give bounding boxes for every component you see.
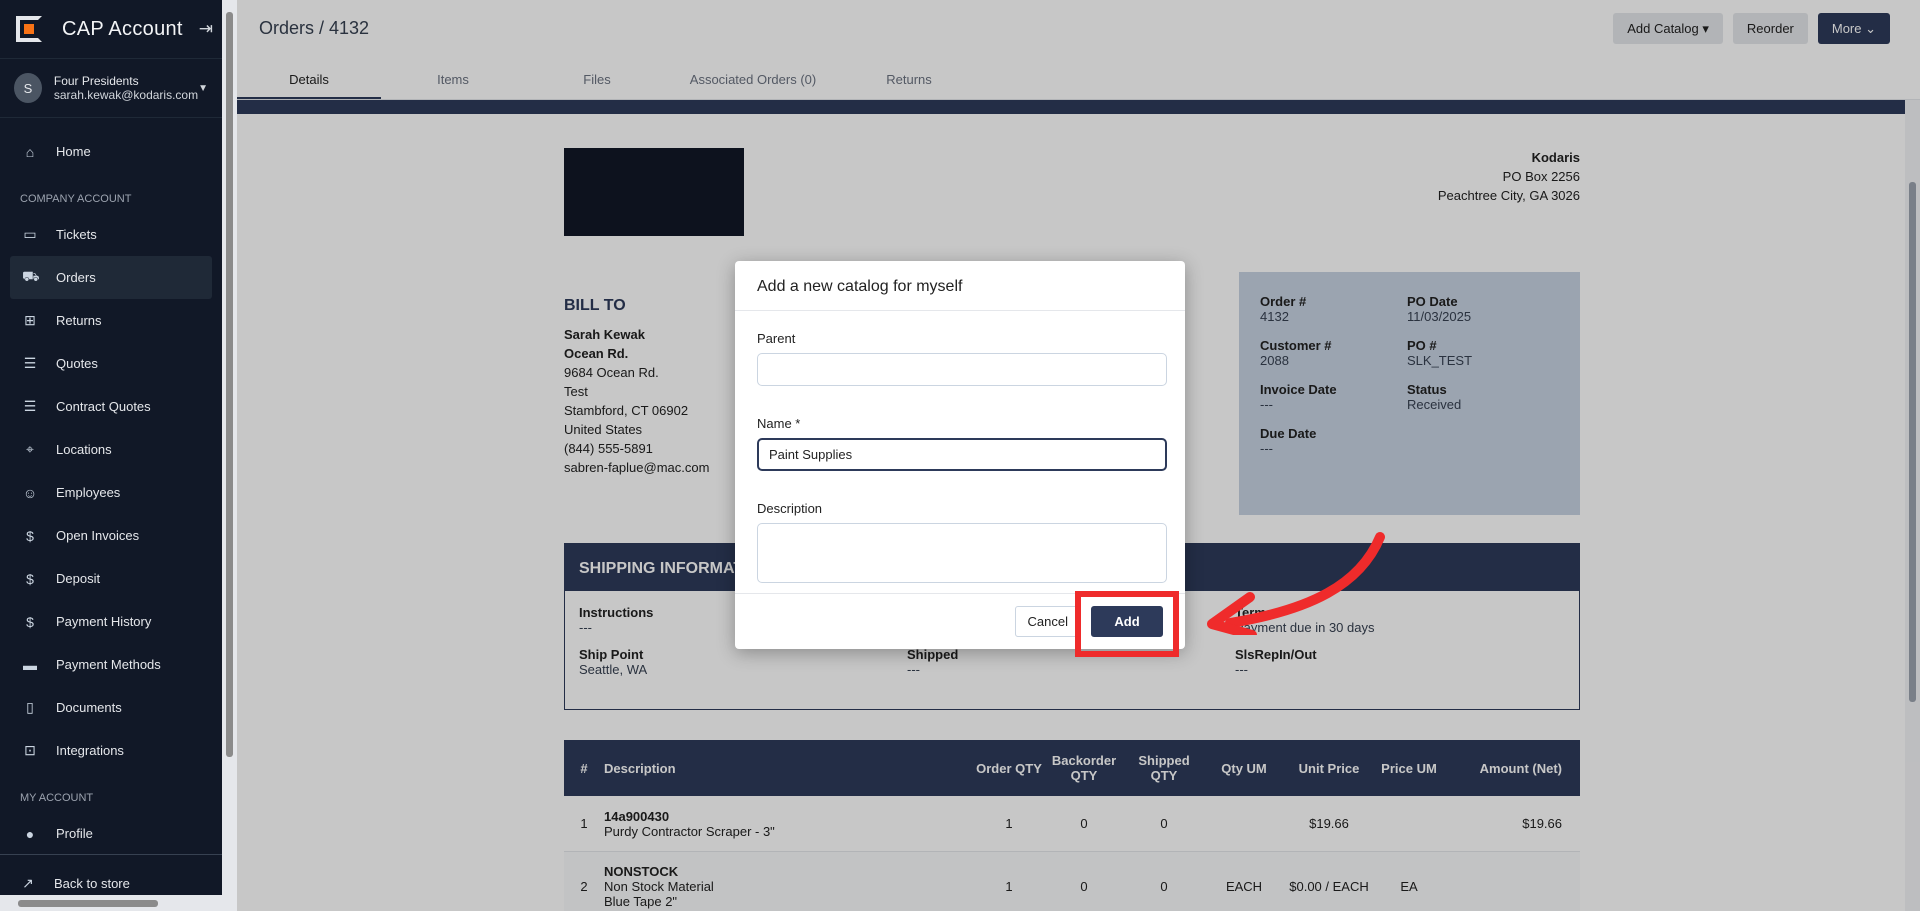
sidebar-horizontal-scrollbar[interactable]: [0, 895, 222, 911]
sidebar-item-home[interactable]: ⌂ Home: [0, 130, 222, 173]
avatar: S: [14, 73, 42, 103]
brand: CAP Account ⇥: [0, 0, 222, 58]
add-button-highlight: [1075, 591, 1179, 657]
parent-label: Parent: [757, 331, 796, 346]
sidebar-item-payment-methods[interactable]: ▬ Payment Methods: [0, 643, 222, 686]
sidebar-item-locations[interactable]: ⌖ Locations: [0, 428, 222, 471]
sidebar-item-profile[interactable]: ● Profile: [0, 812, 222, 855]
description-label: Description: [757, 501, 823, 516]
sidebar-item-integrations[interactable]: ⊡ Integrations: [0, 729, 222, 772]
name-field[interactable]: Paint Supplies: [757, 438, 1167, 471]
user-email: sarah.kewak@kodaris.com: [53, 88, 199, 102]
ticket-icon: ▭: [23, 226, 37, 242]
map-pin-icon: ⌖: [26, 441, 34, 457]
my-account-section: MY ACCOUNT: [20, 792, 94, 804]
truck-icon: ⛟: [22, 268, 40, 284]
dollar-icon: $: [26, 613, 34, 630]
modal-title: Add a new catalog for myself: [735, 261, 1185, 311]
credit-card-icon: ▬: [23, 656, 37, 673]
brand-title: CAP Account: [62, 17, 183, 40]
parent-field[interactable]: [757, 353, 1167, 386]
cancel-button[interactable]: Cancel: [1014, 606, 1081, 637]
home-icon: ⌂: [25, 143, 35, 160]
company-account-section: COMPANY ACCOUNT: [20, 193, 132, 205]
return-box-icon: ⊞: [24, 312, 36, 328]
dollar-icon: $: [26, 527, 34, 544]
user-switcher[interactable]: S Four Presidents sarah.kewak@kodaris.co…: [0, 58, 222, 118]
document-icon: ▯: [26, 699, 34, 715]
clipboard-icon: ☰: [23, 398, 37, 414]
user-name: Four Presidents: [53, 74, 139, 88]
users-icon: ☺: [22, 484, 38, 501]
kodaris-logo-icon[interactable]: [16, 16, 42, 42]
sidebar-item-returns[interactable]: ⊞ Returns: [0, 299, 222, 342]
sidebar-item-payment-history[interactable]: $ Payment History: [0, 600, 222, 643]
sidebar-item-contract-quotes[interactable]: ☰ Contract Quotes: [0, 385, 222, 428]
sidebar-item-tickets[interactable]: ▭ Tickets: [0, 213, 222, 256]
sidebar: CAP Account ⇥ S Four Presidents sarah.ke…: [0, 0, 222, 911]
arrow-shaft: [1225, 532, 1385, 628]
sidebar-item-quotes[interactable]: ☰ Quotes: [0, 342, 222, 385]
sidebar-item-open-invoices[interactable]: $ Open Invoices: [0, 514, 222, 557]
sidebar-scrollbar[interactable]: [222, 0, 237, 911]
name-label: Name *: [757, 416, 801, 431]
annotation-arrow-icon: [1207, 532, 1385, 635]
chevron-down-icon[interactable]: ▼: [198, 83, 208, 94]
clipboard-icon: ☰: [23, 355, 37, 371]
sidebar-item-employees[interactable]: ☺ Employees: [0, 471, 222, 514]
external-link-icon: ↗: [22, 874, 34, 891]
integrations-icon: ⊡: [24, 742, 36, 758]
sidebar-item-deposit[interactable]: $ Deposit: [0, 557, 222, 600]
sidebar-item-orders[interactable]: ⛟ Orders: [10, 256, 212, 299]
user-icon: ●: [25, 825, 35, 842]
scrollbar-thumb[interactable]: [18, 900, 158, 907]
dollar-icon: $: [26, 570, 34, 587]
sidebar-item-documents[interactable]: ▯ Documents: [0, 686, 222, 729]
description-field[interactable]: [757, 523, 1167, 583]
scrollbar-thumb[interactable]: [226, 12, 233, 757]
logout-icon[interactable]: ⇥: [199, 19, 213, 39]
